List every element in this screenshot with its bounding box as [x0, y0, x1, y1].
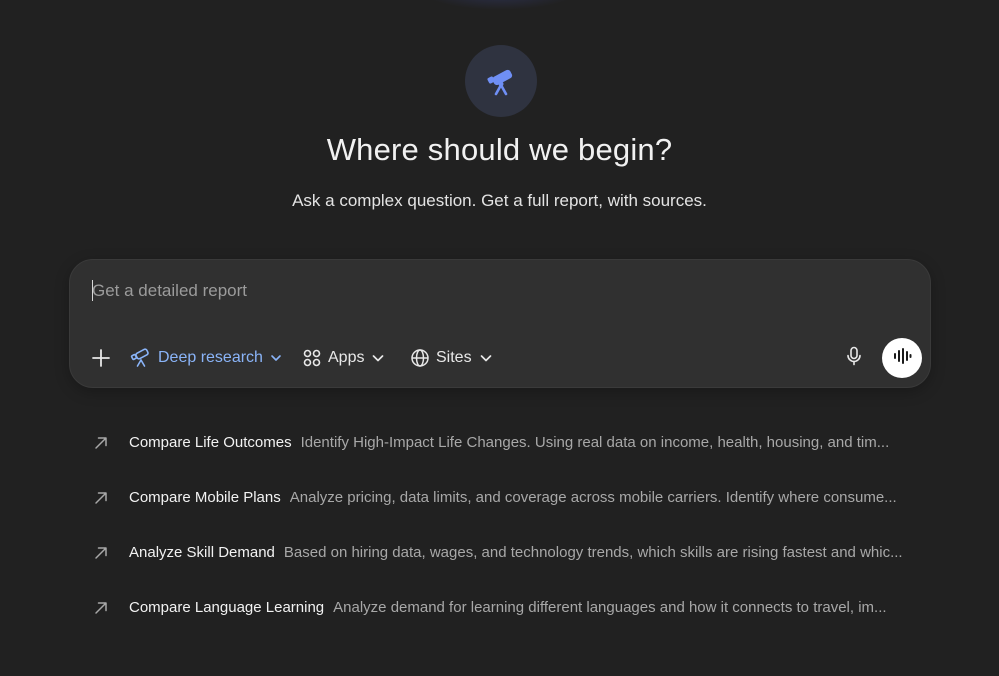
- globe-icon: [410, 348, 430, 368]
- apps-label: Apps: [328, 349, 365, 366]
- deep-research-label: Deep research: [158, 349, 263, 366]
- suggestion-item[interactable]: Compare Language Learning Analyze demand…: [88, 580, 918, 635]
- arrow-up-right-icon: [92, 434, 118, 452]
- arrow-up-right-icon: [92, 489, 118, 507]
- plus-icon: [90, 347, 112, 369]
- suggestion-item[interactable]: Analyze Skill Demand Based on hiring dat…: [88, 525, 918, 580]
- chevron-down-icon: [370, 350, 386, 366]
- microphone-icon: [845, 346, 863, 371]
- suggestion-title: Compare Mobile Plans: [129, 489, 281, 506]
- sites-button[interactable]: Sites: [410, 338, 494, 378]
- apps-button[interactable]: Apps: [302, 338, 386, 378]
- voice-mode-button[interactable]: [882, 338, 922, 378]
- suggestion-title: Compare Life Outcomes: [129, 434, 292, 451]
- prompt-composer: Deep research Apps: [69, 259, 931, 388]
- microphone-button[interactable]: [842, 346, 866, 370]
- arrow-up-right-icon: [92, 599, 118, 617]
- suggestion-description: Analyze pricing, data limits, and covera…: [289, 489, 897, 506]
- deep-research-button[interactable]: Deep research: [130, 338, 283, 378]
- add-button[interactable]: [90, 338, 112, 378]
- prompt-input[interactable]: [92, 278, 892, 304]
- suggestion-item[interactable]: Compare Life Outcomes Identify High-Impa…: [88, 415, 918, 470]
- suggestion-list: Compare Life Outcomes Identify High-Impa…: [88, 415, 918, 635]
- text-caret: [92, 280, 93, 301]
- arrow-up-right-icon: [92, 544, 118, 562]
- telescope-icon: [130, 347, 152, 369]
- suggestion-description: Based on hiring data, wages, and technol…: [283, 544, 903, 561]
- chevron-down-icon: [478, 350, 494, 366]
- apps-grid-icon: [302, 348, 322, 368]
- page-subtitle: Ask a complex question. Get a full repor…: [292, 191, 707, 210]
- telescope-icon: [465, 45, 537, 117]
- suggestion-description: Identify High-Impact Life Changes. Using…: [300, 434, 890, 451]
- suggestion-description: Analyze demand for learning different la…: [333, 599, 887, 616]
- sites-label: Sites: [436, 349, 472, 366]
- composer-toolbar: Deep research Apps Sites: [70, 338, 930, 378]
- suggestion-title: Analyze Skill Demand: [129, 544, 275, 561]
- suggestion-item[interactable]: Compare Mobile Plans Analyze pricing, da…: [88, 470, 918, 525]
- top-glow: [419, 0, 580, 10]
- suggestion-title: Compare Language Learning: [129, 599, 325, 616]
- chevron-down-icon: [269, 351, 283, 365]
- page-title: Where should we begin?: [326, 132, 673, 167]
- voice-waveform-icon: [891, 345, 913, 372]
